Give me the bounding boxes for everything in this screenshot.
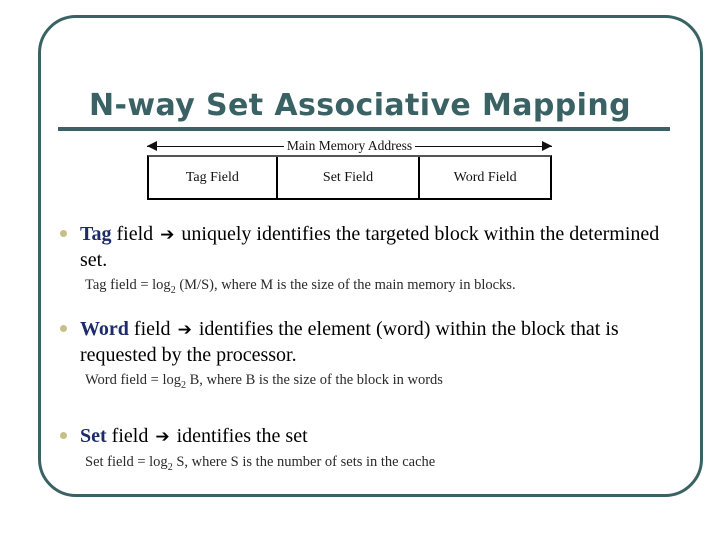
bullet-text-set: Set field ➔ identifies the set [80, 424, 680, 450]
bullet-keyword-set: Set [80, 425, 107, 447]
bullet-text-word: Word field ➔ identifies the element (wor… [80, 317, 680, 368]
bullet-item-word: Word field ➔ identifies the element (wor… [60, 317, 680, 391]
bullet-dot-icon [60, 222, 80, 237]
formula-rest-tag: (M/S), where M is the size of the main m… [175, 277, 516, 294]
bullet-description-set: identifies the set [176, 425, 308, 447]
bullet-keyword-tag: Tag [80, 223, 112, 245]
formula-prefix-tag: Tag field = log [85, 277, 171, 294]
bullet-item-set: Set field ➔ identifies the set Set field… [60, 424, 680, 472]
page-title: N-way Set Associative Mapping [89, 88, 631, 123]
bullet-body-word-set: field [106, 425, 154, 447]
field-cell-set: Set Field [278, 157, 421, 198]
formula-rest-word: B, where B is the size of the block in w… [186, 372, 443, 389]
bullet-keyword-word: Word [80, 318, 129, 340]
bullet-item-tag: Tag field ➔ uniquely identifies the targ… [60, 222, 680, 296]
formula-prefix-set: Set field = log [85, 453, 168, 470]
bullet-text-tag: Tag field ➔ uniquely identifies the targ… [80, 222, 680, 273]
arrow-icon: ➔ [177, 320, 192, 340]
arrow-left-segment [147, 141, 284, 151]
arrow-icon: ➔ [155, 427, 170, 447]
formula-prefix-word: Word field = log [85, 372, 182, 389]
bullet-dot-icon [60, 317, 80, 332]
bullet-dot-icon [60, 424, 80, 439]
formula-rest-set: S, where S is the number of sets in the … [172, 453, 436, 470]
address-fields-row: Tag Field Set Field Word Field [147, 155, 552, 200]
main-memory-address-diagram: Main Memory Address Tag Field Set Field … [147, 137, 552, 200]
formula-tag: Tag field = log2 (M/S), where M is the s… [85, 277, 680, 296]
bullet-body-word-word: field [128, 318, 176, 340]
address-span-arrow: Main Memory Address [147, 137, 552, 155]
address-label: Main Memory Address [286, 138, 413, 153]
formula-set: Set field = log2 S, where S is the numbe… [85, 454, 680, 473]
arrow-right-segment [415, 141, 552, 151]
bullet-body-word-tag: field [111, 223, 159, 245]
formula-word: Word field = log2 B, where B is the size… [85, 372, 680, 391]
field-cell-word: Word Field [453, 169, 517, 185]
arrow-icon: ➔ [160, 225, 175, 245]
slide-canvas: N-way Set Associative Mapping Main Memor… [0, 0, 720, 540]
title-underline-rule [58, 127, 670, 131]
field-cell-tag: Tag Field [149, 157, 278, 198]
